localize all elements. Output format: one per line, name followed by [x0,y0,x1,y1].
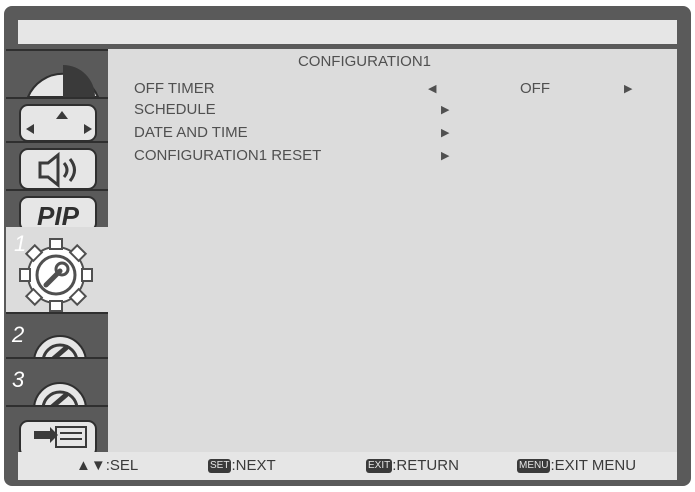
audio-icon [19,148,97,190]
pip-label: PIP [37,201,80,229]
osd-top-bar [18,20,677,44]
menu-item-label: SCHEDULE [134,101,216,118]
tab-configuration3[interactable]: 3 [6,357,108,407]
key-hint-bar: ▲▼:SEL SET:NEXT EXIT:RETURN MENU:EXIT ME… [18,452,677,480]
up-down-arrow-icon: ▲▼ [76,457,106,474]
pip-icon: PIP [19,196,97,229]
arrow-right-icon: ▶ [441,150,450,162]
menu-item-off-timer[interactable]: OFF TIMER ◀ OFF ▶ [134,80,654,98]
tab-configuration1[interactable]: 1 [6,227,108,312]
advanced-option-icon [19,420,97,454]
arrow-right-icon[interactable]: ▶ [624,82,632,95]
tab-picture[interactable] [6,49,108,99]
configuration2-icon [33,335,87,359]
configuration3-icon [33,382,87,407]
tab-advanced-option[interactable] [6,405,108,454]
hint-select: ▲▼:SEL [76,457,138,474]
arrow-right-icon: ▶ [441,104,450,116]
menu-item-date-and-time[interactable]: DATE AND TIME ▶ [134,124,474,142]
menu-item-label: OFF TIMER [134,80,215,97]
hint-exit-menu-label: :EXIT MENU [550,457,637,474]
menu-item-schedule[interactable]: SCHEDULE ▶ [134,101,474,119]
menu-key-icon: MENU [517,459,551,473]
menu-item-label: CONFIGURATION1 RESET [134,147,322,164]
hint-return-label: :RETURN [392,457,459,474]
configuration1-icon [19,238,93,312]
hint-exit-menu: MENU:EXIT MENU [517,457,636,474]
menu-item-configuration1-reset[interactable]: CONFIGURATION1 RESET ▶ [134,147,474,165]
exit-key-icon: EXIT [366,459,393,473]
hint-next-label: :NEXT [231,457,276,474]
screen-icon [19,104,97,142]
tab-pip[interactable]: PIP [6,189,108,229]
menu-item-value: OFF [520,80,550,97]
hint-return: EXIT:RETURN [366,457,459,474]
arrow-left-icon[interactable]: ◀ [428,82,436,95]
hint-select-label: :SEL [105,457,139,474]
hint-next: SET:NEXT [208,457,276,474]
arrow-right-icon: ▶ [441,127,450,139]
picture-icon [26,65,100,98]
tab-audio[interactable] [6,141,108,191]
tab-configuration2[interactable]: 2 [6,312,108,359]
menu-item-label: DATE AND TIME [134,124,248,141]
sidebar: PIP 1 2 3 [6,49,108,454]
set-key-icon: SET [208,459,232,473]
page-title: CONFIGURATION1 [297,53,432,70]
tab-screen[interactable] [6,97,108,143]
